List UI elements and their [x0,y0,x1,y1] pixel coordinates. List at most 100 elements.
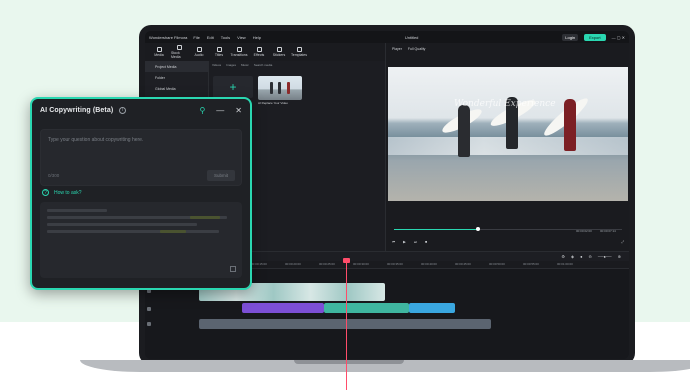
blurred-text-line [47,230,219,233]
mic-icon[interactable]: ● [580,254,582,259]
zoom-slider[interactable]: ──●── [598,254,612,259]
stop-icon[interactable]: ■ [425,240,427,244]
media-clip-thumbnail[interactable] [258,76,302,100]
template-icon [296,47,302,52]
ruler-tick: 00:00:45:00 [455,262,471,266]
playhead[interactable] [346,261,347,359]
menu-file[interactable]: File [193,35,199,40]
tool-titles[interactable]: Titles [211,47,227,57]
info-icon[interactable]: i [119,106,127,114]
prev-frame-icon[interactable]: ⏮ [392,240,395,244]
filter-music[interactable]: Music [241,63,249,67]
export-button[interactable]: Export [584,33,606,41]
tool-effects[interactable]: Effects [251,47,267,57]
video-preview[interactable]: Wonderful Experience [388,67,628,201]
blurred-text-line [47,209,107,212]
media-filters: Videos Images Music Search media [209,61,385,69]
search-input[interactable]: Search media [254,63,273,67]
settings-icon[interactable]: ⚙ [561,254,565,259]
media-clip-label: AI Replace Your Video [258,101,288,105]
question-placeholder: Type your question about copywriting her… [48,137,144,143]
tool-stickers[interactable]: Stickers [271,47,287,57]
surfer-figure [564,99,576,151]
menu-view[interactable]: View [237,35,246,40]
pin-icon[interactable]: ⚲ [199,106,205,115]
blurred-highlight [160,230,186,233]
import-media-button[interactable]: + [213,76,253,98]
time-current: 00:00:02:00 [576,229,592,233]
menu-bar: File Edit Tools View Help [193,35,261,40]
time-total: 00:00:07:14 [600,229,616,233]
nav-folder[interactable]: Folder [145,72,208,83]
zoom-in-icon[interactable]: ⊕ [618,254,621,259]
effect-clip[interactable] [324,303,409,313]
tool-templates[interactable]: Templates [291,47,307,57]
playhead-extension [346,355,347,390]
plus-icon: + [229,80,237,94]
tool-audio[interactable]: Audio [191,47,207,57]
ruler-tick: 00:00:55:00 [523,262,539,266]
surfer-figure [278,82,281,94]
minimize-icon[interactable]: — [216,106,224,115]
menu-help[interactable]: Help [253,35,261,40]
how-to-ask-label: How to ask? [54,189,82,196]
next-frame-icon[interactable]: ⏭ [414,240,417,244]
fullscreen-icon[interactable]: ⤢ [621,240,624,244]
media-icon [156,47,162,52]
laptop-notch [294,360,404,364]
filter-images[interactable]: Images [226,63,236,67]
ruler-tick: 00:01:00:00 [557,262,573,266]
panel-header-actions: ⚲ — ✕ [199,106,242,115]
blurred-text-line [47,223,197,226]
panel-title: AI Copywriting (Beta) [40,106,114,114]
window-controls[interactable]: — ▢ ✕ [612,35,625,40]
ruler-tick: 00:00:40:00 [421,262,437,266]
title-bar: Wondershare Filmora File Edit Tools View… [145,31,629,43]
quality-select[interactable]: Full Quality [408,47,426,51]
menu-edit[interactable]: Edit [207,35,214,40]
player-controls: ⏮ ▶ ⏭ ■ ⤢ [386,237,629,247]
audio-clip[interactable] [199,319,491,329]
player-tab[interactable]: Player [392,47,402,51]
sticker-clip[interactable] [409,303,455,313]
ruler-tick: 00:00:15:00 [251,262,267,266]
char-counter: 0/300 [48,173,60,178]
ruler-tick: 00:00:35:00 [387,262,403,266]
scrub-handle[interactable] [476,227,480,231]
login-button[interactable]: Login [562,33,579,41]
surfer-figure [458,105,470,157]
ruler-tick: 00:00:25:00 [319,262,335,266]
scrub-progress [394,229,478,230]
tool-transitions[interactable]: Transitions [231,47,248,57]
sparkle-icon [256,47,262,52]
play-icon[interactable]: ▶ [403,240,406,244]
filter-videos[interactable]: Videos [212,63,221,67]
submit-button[interactable]: Submit [207,170,235,181]
ai-copywriting-panel: AI Copywriting (Beta) i ⚲ — ✕ Type your … [30,97,252,290]
app-name: Wondershare Filmora [149,34,188,40]
title-clip[interactable] [242,303,324,313]
music-note-icon [196,47,202,52]
question-input[interactable]: Type your question about copywriting her… [40,129,242,186]
menu-tools[interactable]: Tools [221,35,230,40]
player-header: Player Full Quality [386,43,629,54]
ruler-tick: 00:00:50:00 [489,262,505,266]
video-watermark: Wonderful Experience [454,99,556,109]
window-title: Untitled [404,34,419,40]
transition-icon [236,47,242,52]
surfer-figure [270,82,273,94]
how-to-ask-link[interactable]: ? How to ask? [42,189,82,196]
copy-icon[interactable] [230,266,236,272]
media-toolbar: Media Stock Media Audio Titles Transitio… [145,43,385,61]
surfer-figure [287,82,290,94]
question-icon: ? [42,189,49,196]
tool-stock-media[interactable]: Stock Media [171,45,187,59]
shield-icon[interactable]: ◈ [571,254,574,259]
tool-media[interactable]: Media [151,47,167,57]
close-icon[interactable]: ✕ [235,106,242,115]
audio-track-icon [147,307,151,311]
zoom-out-icon[interactable]: ⊖ [589,254,592,259]
nav-project-media[interactable]: Project Media [145,61,208,72]
player-panel: Player Full Quality Wonderful Experience… [385,43,629,251]
nav-global-media[interactable]: Global Media [145,83,208,94]
